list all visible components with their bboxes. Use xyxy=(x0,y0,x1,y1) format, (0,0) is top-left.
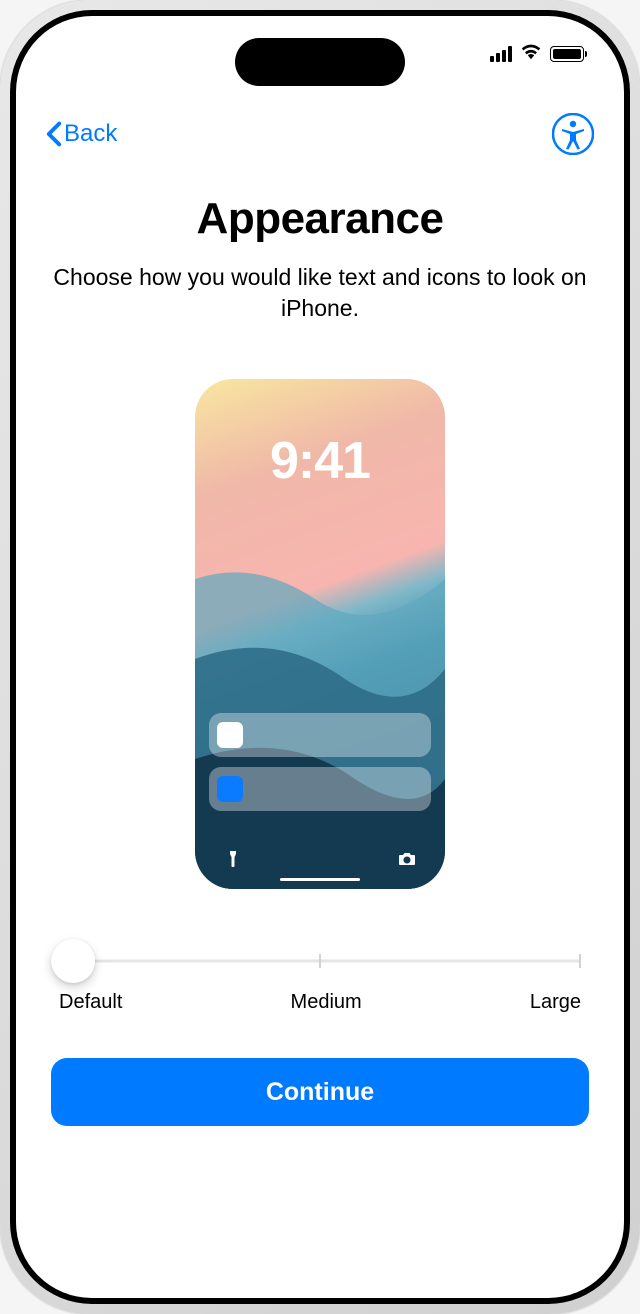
preview-wrapper: 9:41 xyxy=(195,379,445,889)
home-indicator xyxy=(280,878,360,881)
battery-icon xyxy=(550,46,584,62)
cellular-signal-icon xyxy=(490,46,512,62)
screen: Back Appearance Choose how you would lik… xyxy=(16,16,624,1298)
continue-button[interactable]: Continue xyxy=(51,1058,589,1126)
slider-tick-large xyxy=(579,954,581,968)
back-label: Back xyxy=(64,120,117,148)
slider-label-medium: Medium xyxy=(291,991,362,1014)
slider-section: Default Medium Large xyxy=(51,941,589,1014)
device-frame: Back Appearance Choose how you would lik… xyxy=(0,0,640,1314)
status-bar xyxy=(490,42,584,65)
accessibility-icon[interactable] xyxy=(552,113,594,155)
slider-tick-medium xyxy=(319,954,321,968)
dynamic-island xyxy=(235,38,405,86)
camera-icon xyxy=(397,849,417,869)
slider-labels: Default Medium Large xyxy=(59,991,581,1014)
preview-time: 9:41 xyxy=(195,431,445,491)
slider-label-large: Large xyxy=(530,991,581,1014)
page-title: Appearance xyxy=(197,194,444,244)
text-size-slider[interactable] xyxy=(59,941,581,981)
wifi-icon xyxy=(520,42,542,65)
device-inner: Back Appearance Choose how you would lik… xyxy=(10,10,630,1304)
preview-notifications xyxy=(209,713,431,811)
notification-card xyxy=(209,767,431,811)
page-subtitle: Choose how you would like text and icons… xyxy=(51,262,589,324)
content: Appearance Choose how you would like tex… xyxy=(16,194,624,1298)
notification-app-icon xyxy=(217,776,243,802)
preview-bottom-controls xyxy=(223,849,417,869)
nav-bar: Back xyxy=(16,104,624,164)
flashlight-icon xyxy=(223,849,243,869)
notification-card xyxy=(209,713,431,757)
preview-phone: 9:41 xyxy=(195,379,445,889)
slider-thumb[interactable] xyxy=(51,939,95,983)
chevron-left-icon xyxy=(46,121,62,147)
notification-app-icon xyxy=(217,722,243,748)
back-button[interactable]: Back xyxy=(46,120,117,148)
slider-label-default: Default xyxy=(59,991,122,1014)
